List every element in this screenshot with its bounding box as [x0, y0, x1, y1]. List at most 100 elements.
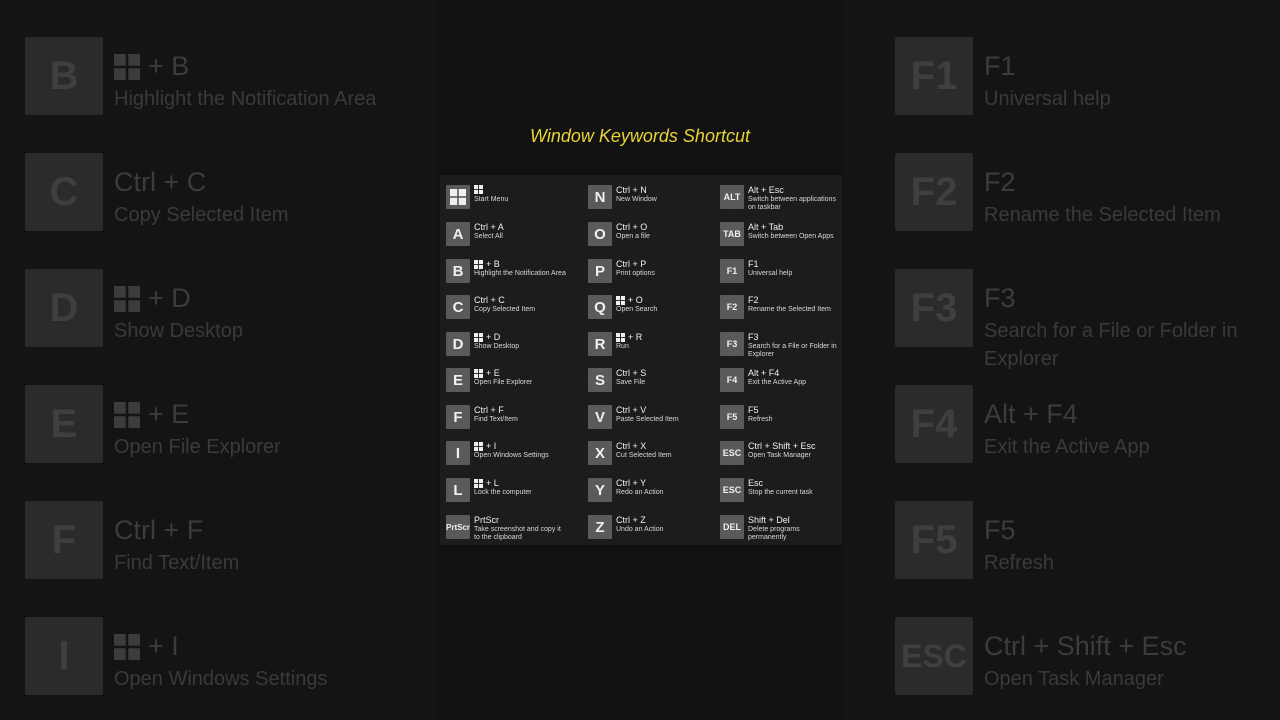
key-cap: L	[446, 478, 470, 502]
zoom-combo: F3	[984, 283, 1016, 314]
zoom-combo-text: + E	[148, 399, 190, 429]
shortcut-description: Open File Explorer	[474, 379, 533, 386]
zoom-combo: + B	[114, 51, 189, 82]
shortcut-description: Stop the current task	[748, 489, 813, 496]
zoom-combo-text: Ctrl + F	[114, 515, 204, 545]
key-cap: F5	[720, 405, 744, 429]
windows-logo-icon	[474, 368, 483, 378]
zoom-key-cap: F4	[895, 385, 973, 463]
zoom-description: Exit the Active App	[984, 436, 1150, 458]
shortcut-combo: Ctrl + X	[616, 441, 646, 451]
zoom-row: C Ctrl + C Copy Selected Item	[25, 153, 425, 231]
key-cap: ESC	[720, 478, 744, 502]
zoom-combo-text: + I	[148, 631, 179, 661]
key-cap: TAB	[720, 222, 744, 246]
shortcut-description: Cut Selected Item	[616, 452, 672, 459]
shortcut-description: Undo an Action	[616, 526, 664, 533]
key-cap: X	[588, 441, 612, 465]
key-cap: O	[588, 222, 612, 246]
windows-logo-icon	[616, 295, 625, 305]
key-cap: Q	[588, 295, 612, 319]
zoom-description: Open Windows Settings	[114, 668, 328, 690]
shortcut-description: Delete programs permanently	[748, 526, 800, 541]
shortcut-combo-text: Esc	[748, 478, 764, 488]
shortcut-description: Take screenshot and copy it to the clipb…	[474, 526, 561, 541]
shortcut-combo: Ctrl + N	[616, 185, 647, 195]
key-cap: C	[446, 295, 470, 319]
key-cap: P	[588, 259, 612, 283]
zoom-row: F5 F5 Refresh	[895, 501, 1280, 579]
key-cap: R	[588, 332, 612, 356]
shortcut-description: Save File	[616, 379, 646, 386]
shortcut-combo: Alt + F4	[748, 368, 779, 378]
shortcut-combo-text: + E	[486, 368, 500, 378]
shortcut-row: L + L Lock the computer	[446, 478, 580, 508]
zoom-combo-text: Ctrl + Shift + Esc	[984, 631, 1187, 661]
shortcut-description: Run	[616, 343, 629, 350]
shortcut-combo: Ctrl + P	[616, 259, 646, 269]
shortcut-row: Q + O Open Search	[588, 295, 722, 325]
key-cap: F	[446, 405, 470, 429]
shortcut-description: Open a file	[616, 233, 650, 240]
shortcut-combo: Ctrl + A	[474, 222, 504, 232]
key-cap: Y	[588, 478, 612, 502]
zoom-key-cap: C	[25, 153, 103, 231]
shortcut-description: Start Menu	[474, 196, 509, 203]
shortcut-combo: Ctrl + C	[474, 295, 505, 305]
zoom-row: F4 Alt + F4 Exit the Active App	[895, 385, 1280, 463]
shortcut-description: Lock the computer	[474, 489, 532, 496]
windows-logo-icon	[616, 332, 625, 342]
zoom-row: B + B Highlight the Notification Area	[25, 37, 425, 115]
zoom-combo-text: F1	[984, 51, 1016, 81]
shortcut-combo: + O	[616, 295, 643, 305]
shortcut-row: X Ctrl + X Cut Selected Item	[588, 441, 722, 471]
shortcut-combo: Ctrl + O	[616, 222, 647, 232]
key-cap: B	[446, 259, 470, 283]
shortcut-row: D + D Show Desktop	[446, 332, 580, 362]
shortcut-description: Highlight the Notification Area	[474, 270, 566, 277]
shortcut-row: DEL Shift + Del Delete programs permanentl…	[720, 515, 838, 545]
zoom-row: F Ctrl + F Find Text/Item	[25, 501, 425, 579]
shortcut-combo-text: Ctrl + N	[616, 185, 647, 195]
shortcut-combo: Ctrl + Y	[616, 478, 646, 488]
zoom-combo-text: + D	[148, 283, 191, 313]
zoom-key-cap: D	[25, 269, 103, 347]
shortcut-combo: + I	[474, 441, 496, 451]
zoom-key-cap: F	[25, 501, 103, 579]
zoom-description: Show Desktop	[114, 320, 243, 342]
main-video-frame: Window Keywords Shortcut Start Menu A Ctrl…	[437, 0, 843, 720]
windows-logo-icon	[114, 53, 140, 80]
shortcut-combo: F1	[748, 259, 759, 269]
shortcut-combo: Ctrl + F	[474, 405, 504, 415]
shortcut-combo-text: + I	[486, 441, 497, 451]
zoom-description: Highlight the Notification Area	[114, 88, 377, 110]
shortcut-row: R + R Run	[588, 332, 722, 362]
key-cap: N	[588, 185, 612, 209]
zoom-combo-text: F5	[984, 515, 1016, 545]
shortcut-combo-text: Ctrl + S	[616, 368, 647, 378]
shortcut-combo-text: F2	[748, 295, 759, 305]
shortcut-row: F2 F2 Rename the Selected Item	[720, 295, 838, 325]
windows-logo-icon	[474, 441, 483, 451]
windows-logo-icon	[474, 478, 483, 488]
shortcut-description: Universal help	[748, 270, 793, 277]
zoom-row: E + E Open File Explorer	[25, 385, 425, 463]
zoom-description: Rename the Selected Item	[984, 204, 1221, 226]
zoom-row: F2 F2 Rename the Selected Item	[895, 153, 1280, 231]
shortcut-combo-text: Ctrl + Z	[616, 515, 646, 525]
shortcut-description: New Window	[616, 196, 657, 203]
zoom-key-cap: E	[25, 385, 103, 463]
shortcut-row: ALT Alt + Esc Switch between applications …	[720, 185, 838, 215]
shortcut-combo-text: + B	[486, 259, 500, 269]
shortcut-combo-text: F5	[748, 405, 759, 415]
shortcut-row: Y Ctrl + Y Redo an Action	[588, 478, 722, 508]
zoom-key-cap: B	[25, 37, 103, 115]
shortcut-combo-text: PrtScr	[474, 515, 500, 525]
windows-logo-icon	[114, 401, 140, 428]
shortcut-row: Start Menu	[446, 185, 580, 215]
shortcut-combo: F3	[748, 332, 759, 342]
shortcut-combo: F2	[748, 295, 759, 305]
zoom-key-cap: F5	[895, 501, 973, 579]
shortcut-combo: Alt + Tab	[748, 222, 783, 232]
key-cap: ALT	[720, 185, 744, 209]
